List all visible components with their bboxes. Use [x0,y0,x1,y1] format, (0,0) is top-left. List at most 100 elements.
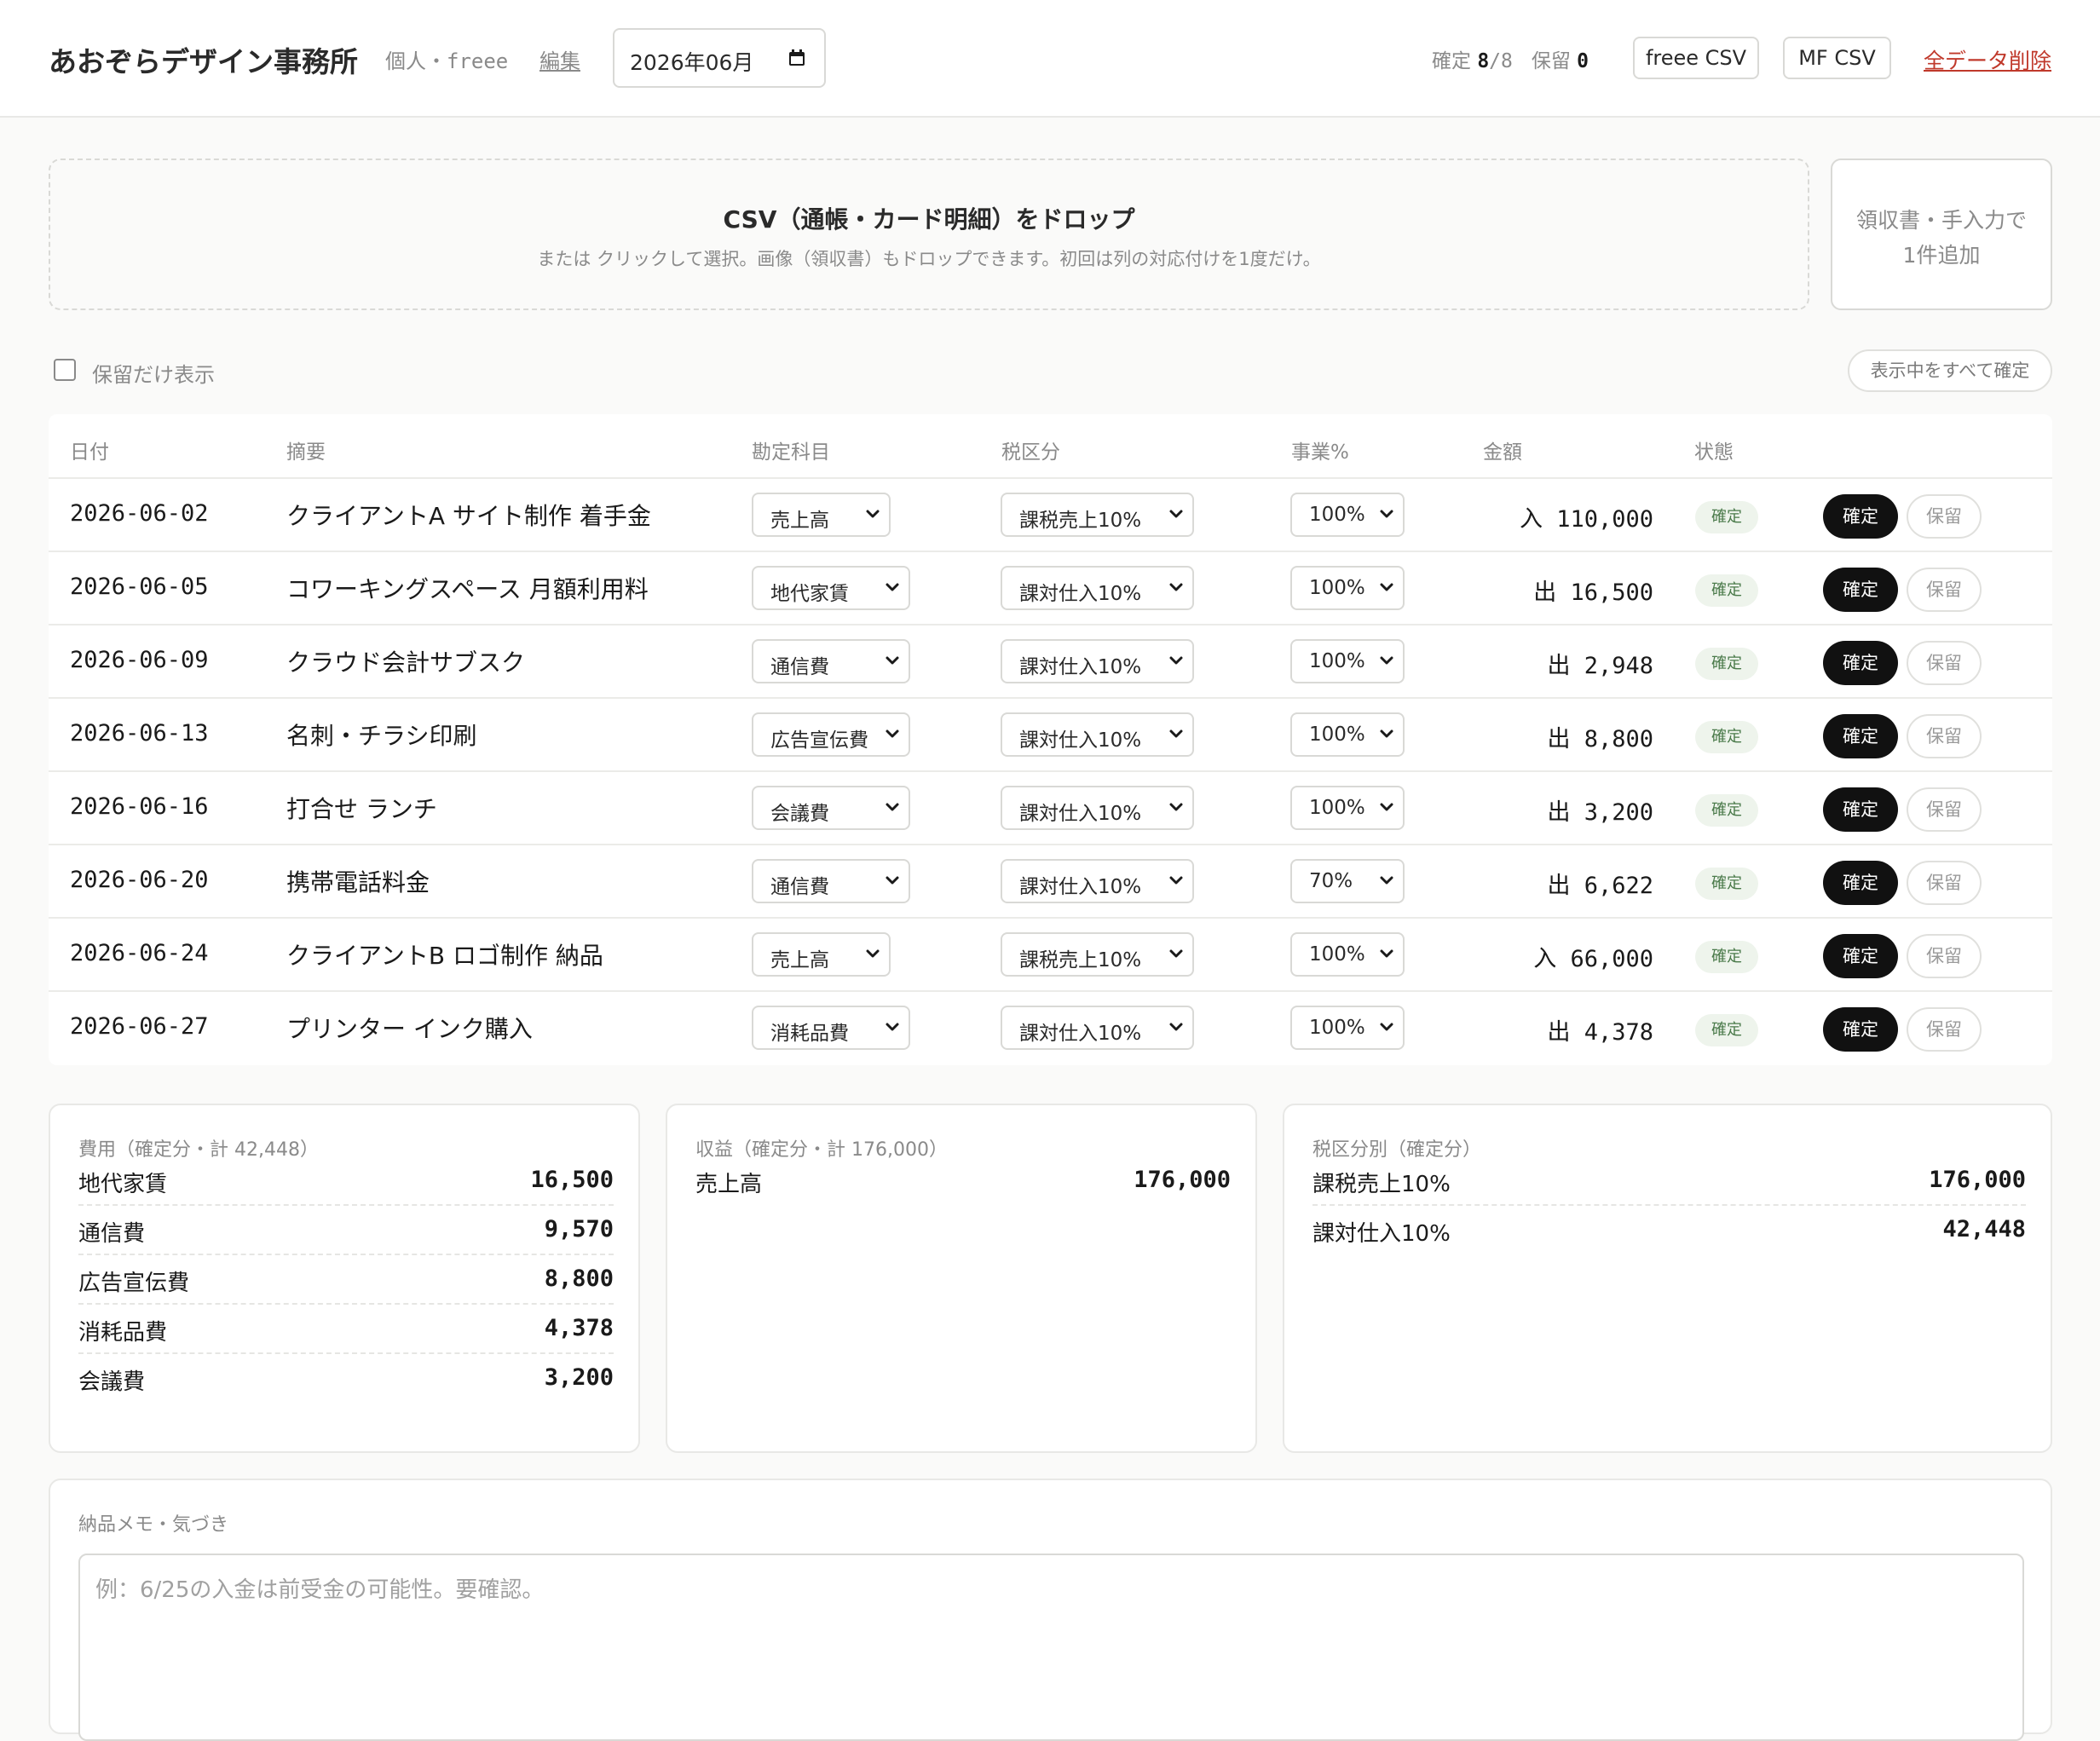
business-ratio-select[interactable]: 100% [1290,566,1405,610]
business-ratio-select[interactable]: 100% [1290,932,1405,977]
row-amount: 入 110,000 [1519,506,1653,533]
status-badge: 確定 [1695,501,1758,533]
business-ratio-select[interactable]: 70% [1290,859,1405,903]
account-select[interactable]: 会議費 [752,786,910,830]
summary-value: 16,500 [530,1167,614,1193]
confirm-button[interactable]: 確定 [1823,787,1898,832]
hold-button[interactable]: 保留 [1907,568,1982,612]
tax-select[interactable]: 課対仕入10% [1001,712,1194,757]
tax-select[interactable]: 課税売上10% [1001,932,1194,977]
hold-button[interactable]: 保留 [1907,714,1982,758]
summary-value: 8,800 [544,1265,614,1292]
business-ratio-select[interactable]: 100% [1290,1006,1405,1050]
month-picker[interactable]: 2026年06月 [613,28,826,88]
row-amount: 出 3,200 [1547,799,1653,826]
row-description: 携帯電話料金 [286,868,430,896]
hold-button[interactable]: 保留 [1907,494,1982,539]
chevron-down-icon [885,726,900,741]
chevron-down-icon [1379,1019,1394,1035]
tax-select-value: 課対仕入10% [1019,656,1142,678]
chevron-down-icon [1379,579,1394,595]
chevron-down-icon [1379,799,1394,815]
summary-row: 課対仕入10% 42,448 [1312,1204,2026,1254]
status-counts: 確定 8/8 保留 0 [1432,44,1589,73]
chevron-down-icon [1168,506,1184,522]
manual-add-line1: 領収書・手入力で [1855,208,2027,233]
calendar-icon[interactable] [788,49,805,66]
delete-all-button[interactable]: 全データ削除 [1924,44,2051,75]
confirm-button[interactable]: 確定 [1823,714,1898,758]
business-ratio-select[interactable]: 100% [1290,786,1405,830]
summary-label: 会議費 [78,1369,146,1395]
business-ratio-value: 100% [1309,504,1365,526]
manual-add-button[interactable]: 領収書・手入力で 1件追加 [1831,159,2052,310]
status-badge: 確定 [1695,868,1758,900]
tax-select-value: 課対仕入10% [1019,876,1142,898]
account-select[interactable]: 売上高 [752,493,891,537]
summary-row: 広告宣伝費 8,800 [78,1254,614,1305]
chevron-down-icon [1168,579,1184,595]
account-select[interactable]: 通信費 [752,859,910,903]
row-description: 打合せ ランチ [286,795,437,823]
app-header: あおぞらデザイン事務所 個人・freee 編集 2026年06月 確定 8/8 … [0,0,2100,118]
total-count: /8 [1489,50,1513,72]
tax-select[interactable]: 課対仕入10% [1001,639,1194,683]
business-ratio-value: 100% [1309,1017,1365,1039]
hold-button[interactable]: 保留 [1907,861,1982,905]
row-amount: 入 66,000 [1533,946,1653,972]
hold-button[interactable]: 保留 [1907,934,1982,978]
tax-select-value: 課対仕入10% [1019,803,1142,825]
hold-only-checkbox[interactable] [54,359,76,381]
chevron-down-icon [1168,799,1184,815]
tax-select[interactable]: 課対仕入10% [1001,786,1194,830]
tax-select[interactable]: 課対仕入10% [1001,1006,1194,1050]
confirm-button[interactable]: 確定 [1823,568,1898,612]
hold-button[interactable]: 保留 [1907,1007,1982,1052]
account-select[interactable]: 広告宣伝費 [752,712,910,757]
account-select-value: 通信費 [770,656,829,678]
summary-row: 消耗品費 4,378 [78,1303,614,1354]
tax-select[interactable]: 課対仕入10% [1001,859,1194,903]
business-ratio-select[interactable]: 100% [1290,493,1405,537]
col-header-tax: 税区分 [1001,441,1060,464]
hold-button[interactable]: 保留 [1907,641,1982,685]
status-badge: 確定 [1695,648,1758,680]
status-badge: 確定 [1695,794,1758,827]
business-ratio-select[interactable]: 100% [1290,639,1405,683]
tax-select[interactable]: 課税売上10% [1001,493,1194,537]
freee-csv-button[interactable]: freee CSV [1633,37,1759,79]
row-description: プリンター インク購入 [286,1015,533,1043]
confirm-button[interactable]: 確定 [1823,1007,1898,1052]
account-select-value: 売上高 [770,949,829,971]
status-badge: 確定 [1695,721,1758,753]
status-badge: 確定 [1695,574,1758,607]
account-select[interactable]: 通信費 [752,639,910,683]
profile-label: 個人・freee [385,49,509,73]
hold-button[interactable]: 保留 [1907,787,1982,832]
confirm-button[interactable]: 確定 [1823,494,1898,539]
csv-dropzone[interactable]: CSV（通帳・カード明細）をドロップ または クリックして選択。画像（領収書）も… [49,159,1809,310]
tax-select[interactable]: 課対仕入10% [1001,566,1194,610]
mf-csv-button[interactable]: MF CSV [1783,37,1891,79]
memo-textarea[interactable]: 例：6/25の入金は前受金の可能性。要確認。 [78,1554,2024,1741]
tax-select-value: 課対仕入10% [1019,583,1142,605]
confirm-button[interactable]: 確定 [1823,641,1898,685]
confirm-button[interactable]: 確定 [1823,861,1898,905]
col-header-desc: 摘要 [286,441,326,464]
account-select[interactable]: 売上高 [752,932,891,977]
table-row: 2026-06-20 携帯電話料金 通信費 課対仕入10% 70% 出 6,622 確定 確定… [49,844,2052,919]
account-select[interactable]: 地代家賃 [752,566,910,610]
table-row: 2026-06-16 打合せ ランチ 会議費 課対仕入10% 100% 出 3,200 確定… [49,770,2052,845]
summary-value: 4,378 [544,1315,614,1341]
hold-only-label[interactable]: 保留だけ表示 [92,358,215,388]
confirm-button[interactable]: 確定 [1823,934,1898,978]
row-amount: 出 4,378 [1547,1019,1653,1046]
summary-value: 42,448 [1942,1216,2026,1242]
col-header-amount: 金額 [1483,441,1522,464]
row-amount: 出 6,622 [1547,873,1653,899]
row-amount: 出 8,800 [1547,726,1653,752]
confirm-all-button[interactable]: 表示中をすべて確定 [1848,349,2052,392]
edit-link[interactable]: 編集 [539,44,580,74]
account-select[interactable]: 消耗品費 [752,1006,910,1050]
business-ratio-select[interactable]: 100% [1290,712,1405,757]
